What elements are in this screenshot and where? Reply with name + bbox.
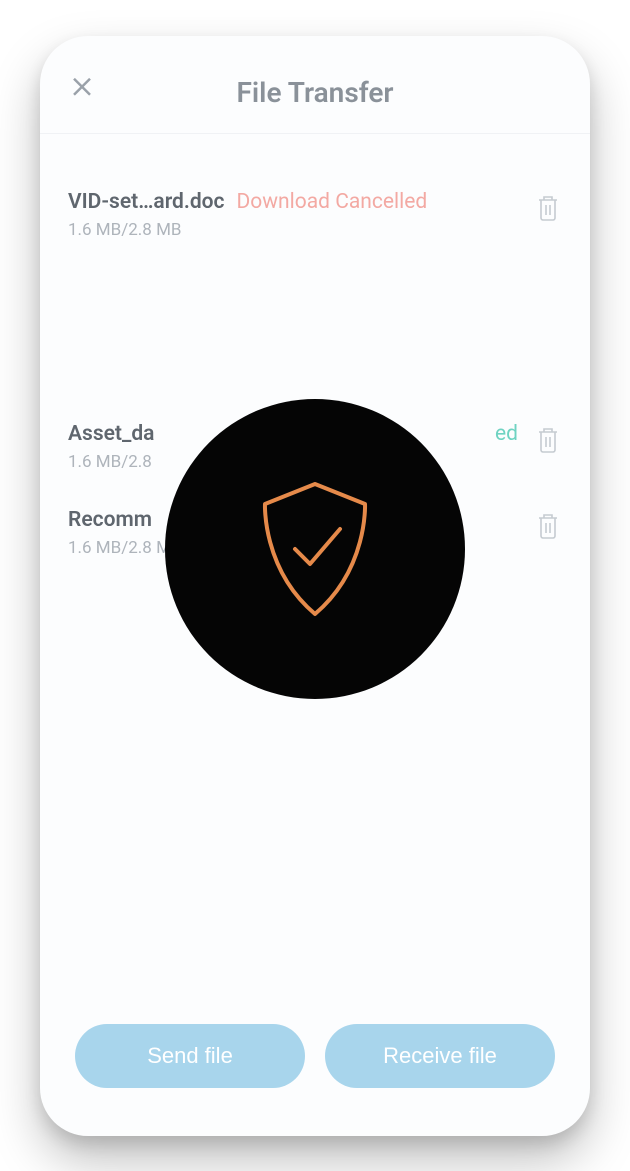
header: File Transfer [40,36,590,134]
trash-icon [536,512,560,540]
close-button[interactable] [68,73,96,101]
file-item: VID-set…ard.doc Download Cancelled 1.6 M… [68,190,562,240]
receive-file-button[interactable]: Receive file [325,1024,555,1088]
trash-icon [536,194,560,222]
device-frame: File Transfer VID-set…ard.doc Download C… [40,36,590,1136]
file-status: Download Cancelled [237,190,428,214]
send-file-button[interactable]: Send file [75,1024,305,1088]
footer-actions: Send file Receive file [40,1024,590,1136]
file-size: 1.6 MB/2.8 MB [68,220,518,240]
file-info: VID-set…ard.doc Download Cancelled 1.6 M… [68,190,518,240]
trash-icon [536,426,560,454]
delete-button[interactable] [534,424,562,456]
close-icon [71,76,93,98]
delete-button[interactable] [534,510,562,542]
shield-check-icon [250,474,380,624]
file-name: Recomm [68,508,152,532]
file-name: Asset_da [68,422,154,446]
page-title: File Transfer [237,76,394,109]
delete-button[interactable] [534,192,562,224]
file-name: VID-set…ard.doc [68,190,225,214]
file-list: VID-set…ard.doc Download Cancelled 1.6 M… [40,134,590,1024]
success-overlay [165,399,465,699]
file-status: ed [495,422,518,446]
